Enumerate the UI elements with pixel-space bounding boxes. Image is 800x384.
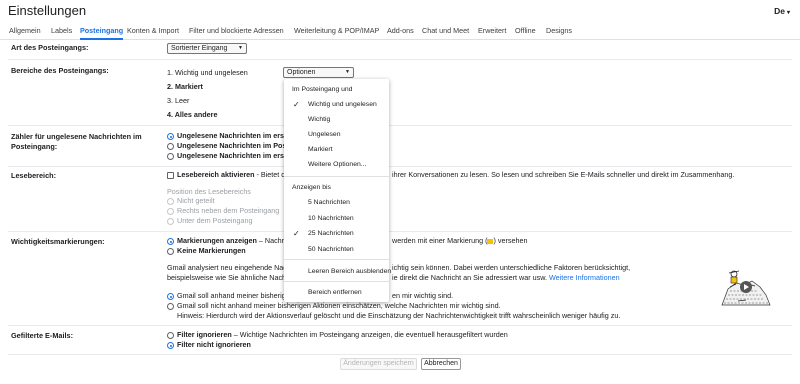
inbox-type-label: Art des Posteingangs:	[11, 43, 89, 52]
divider	[8, 166, 792, 167]
importance-label: Wichtigkeitsmarkierungen:	[11, 237, 105, 246]
menu-item-wichtig[interactable]: Wichtig	[308, 115, 330, 124]
menu-item-hide-empty[interactable]: Leeren Bereich ausblenden	[308, 267, 391, 276]
position-option-1: Nicht geteilt	[177, 196, 215, 205]
filtered-radio-2[interactable]	[167, 342, 174, 349]
tab-addons[interactable]: Add-ons	[387, 26, 414, 35]
position-radio-3[interactable]	[167, 218, 174, 225]
importance-hide-option: Keine Markierungen	[177, 246, 246, 255]
inbox-type-select[interactable]: Sortierter Eingang ▼	[167, 43, 247, 54]
tab-filter[interactable]: Filter und blockierte Adressen	[189, 26, 284, 35]
counter-radio-1[interactable]	[167, 133, 174, 140]
section-item-2: 2. Markiert	[167, 82, 203, 91]
learn-option-2: Gmail soll nicht anhand meiner bisherige…	[177, 301, 501, 310]
counter-option-2: Ungelesene Nachrichten im Postei	[177, 141, 295, 150]
page-title: Einstellungen	[8, 3, 87, 18]
menu-item-ungelesen[interactable]: Ungelesen	[308, 130, 341, 139]
section-options-button[interactable]: Optionen ▼	[283, 67, 354, 78]
learn-note: Hinweis: Hierdurch wird der Aktionsverla…	[177, 311, 621, 320]
section-options-menu: Im Posteingang und ✓ Wichtig und ungeles…	[284, 79, 391, 302]
menu-item-markiert[interactable]: Markiert	[308, 145, 333, 154]
divider	[8, 325, 792, 326]
person-icon	[728, 270, 740, 284]
divider	[8, 231, 792, 232]
tab-chat-meet[interactable]: Chat und Meet	[422, 26, 469, 35]
analysis-text-1b: ichtig sein können. Dabei werden untersc…	[392, 263, 631, 272]
tab-weiterleitung[interactable]: Weiterleitung & POP/IMAP	[294, 26, 379, 35]
counter-option-3: Ungelesene Nachrichten im ersten	[177, 151, 295, 160]
language-selector[interactable]: De ▾	[774, 6, 790, 16]
position-radio-1[interactable]	[167, 198, 174, 205]
chevron-down-icon: ▼	[238, 45, 243, 51]
menu-item-25[interactable]: 25 Nachrichten	[308, 229, 354, 238]
counter-label: Zähler für ungelesene Nachrichten im Pos…	[11, 132, 142, 151]
importance-show-radio[interactable]	[167, 238, 174, 245]
filtered-radio-1[interactable]	[167, 332, 174, 339]
menu-heading-count: Anzeigen bis	[292, 184, 331, 191]
learn-radio-2[interactable]	[167, 303, 174, 310]
language-label: De	[774, 6, 785, 16]
tab-labels[interactable]: Labels	[51, 26, 72, 35]
inbox-type-value: Sortierter Eingang	[171, 45, 228, 52]
section-item-3: 3. Leer	[167, 96, 190, 105]
menu-divider	[284, 259, 389, 260]
importance-hide-radio[interactable]	[167, 248, 174, 255]
position-option-2: Rechts neben dem Posteingang	[177, 206, 280, 215]
tab-erweitert[interactable]: Erweitert	[478, 26, 506, 35]
tab-designs[interactable]: Designs	[546, 26, 572, 35]
cancel-button[interactable]: Abbrechen	[421, 358, 461, 370]
counter-option-1: Ungelesene Nachrichten im ersten	[177, 131, 295, 140]
menu-divider	[284, 281, 389, 282]
menu-heading-filter: Im Posteingang und	[292, 86, 353, 93]
settings-tabs: Allgemein Labels Posteingang Konten & Im…	[0, 22, 800, 40]
chevron-down-icon: ▼	[345, 69, 350, 75]
menu-item-weitere-optionen[interactable]: Weitere Optionen...	[308, 160, 366, 169]
menu-item-wichtig-ungelesen[interactable]: Wichtig und ungelesen	[308, 100, 377, 109]
counter-radio-3[interactable]	[167, 153, 174, 160]
menu-divider	[284, 176, 389, 177]
filtered-option-1: Filter ignorieren – Wichtige Nachrichten…	[177, 330, 508, 339]
divider	[8, 125, 792, 126]
check-icon: ✓	[293, 100, 300, 109]
filtered-label: Gefilterte E-Mails:	[11, 331, 74, 340]
tab-posteingang[interactable]: Posteingang	[80, 26, 124, 40]
analysis-text-1a: Gmail analysiert neu eingehende Nachrich	[167, 263, 303, 272]
menu-item-remove[interactable]: Bereich entfernen	[308, 288, 362, 297]
sections-label: Bereiche des Posteingangs:	[11, 66, 109, 75]
options-label: Optionen	[287, 69, 316, 76]
counter-radio-2[interactable]	[167, 143, 174, 150]
importance-illustration	[721, 270, 771, 306]
menu-item-5[interactable]: 5 Nachrichten	[308, 198, 350, 207]
section-item-1: 1. Wichtig und ungelesen	[167, 68, 248, 77]
position-radio-2[interactable]	[167, 208, 174, 215]
save-button[interactable]: Änderungen speichern	[340, 358, 417, 370]
reading-pane-option: Lesebereich aktivieren - Bietet die	[177, 170, 291, 179]
analysis-text-2a: beispielsweise wie Sie ähnliche Nachrich	[167, 273, 298, 282]
reading-pane-checkbox[interactable]	[167, 172, 174, 179]
learn-radio-1[interactable]	[167, 293, 174, 300]
tab-allgemein[interactable]: Allgemein	[9, 26, 41, 35]
learn-option-1a: Gmail soll anhand meiner bisherige	[177, 291, 290, 300]
section-item-4: 4. Alles andere	[167, 110, 218, 119]
reading-pane-description: ihrer Konversationen zu lesen. So lesen …	[392, 170, 735, 179]
divider	[8, 354, 792, 355]
tab-konten-import[interactable]: Konten & Import	[127, 26, 179, 35]
chevron-down-icon: ▾	[786, 10, 790, 16]
divider	[8, 59, 792, 60]
play-button-icon	[740, 281, 752, 293]
menu-item-50[interactable]: 50 Nachrichten	[308, 245, 354, 254]
menu-item-10[interactable]: 10 Nachrichten	[308, 214, 354, 223]
filtered-option-2: Filter nicht ignorieren	[177, 340, 251, 349]
position-option-3: Unter dem Posteingang	[177, 216, 253, 225]
check-icon: ✓	[293, 229, 300, 238]
analysis-text-2b: ie direkt die Nachricht an Sie adressier…	[392, 273, 620, 282]
importance-show-option: Markierungen anzeigen – Nachrich	[177, 236, 294, 245]
tab-offline[interactable]: Offline	[515, 26, 536, 35]
reading-pane-label: Lesebereich:	[11, 171, 57, 180]
more-info-link[interactable]: Weitere Informationen	[549, 273, 620, 282]
learn-option-1b: en mir wichtig sind.	[392, 291, 454, 300]
importance-show-tail: werden mit einer Markierung () versehen	[392, 236, 528, 245]
